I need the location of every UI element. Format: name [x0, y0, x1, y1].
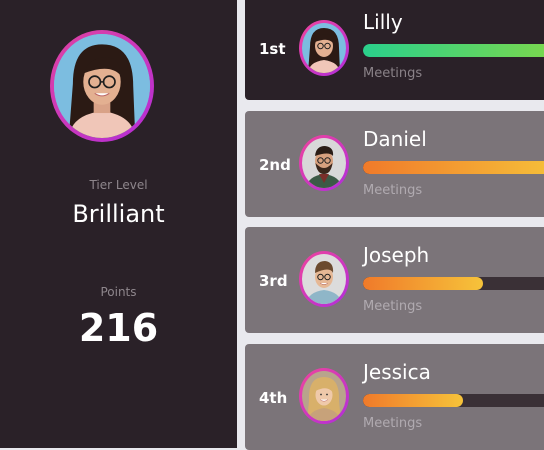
profile-avatar[interactable]	[54, 34, 150, 138]
man-beard-avatar-icon	[302, 138, 346, 188]
tier-level-value: Brilliant	[72, 200, 165, 228]
panel-divider	[237, 0, 244, 448]
leaderboard-card-3[interactable]: 3rd Joseph Meetings	[245, 227, 544, 333]
rank-avatar-ring	[299, 135, 349, 191]
progress-bar	[363, 44, 544, 57]
rank-name: Joseph	[363, 243, 430, 267]
progress-caption: Meetings	[363, 183, 423, 198]
rank-avatar	[302, 23, 346, 73]
rank-avatar-ring	[299, 20, 349, 76]
rank-avatar	[302, 138, 346, 188]
progress-caption: Meetings	[363, 299, 423, 314]
woman-glasses-avatar-icon	[54, 34, 150, 138]
progress-caption: Meetings	[363, 416, 423, 431]
leaderboard-card-1[interactable]: 1st Lilly Meetings	[245, 0, 544, 100]
profile-avatar-ring	[50, 30, 154, 142]
progress-bar	[363, 394, 544, 407]
points-value: 216	[78, 306, 159, 350]
progress-caption: Meetings	[363, 66, 423, 81]
rank-avatar-ring	[299, 368, 349, 424]
points-label: Points	[100, 285, 137, 299]
rank-avatar	[302, 254, 346, 304]
rank-position: 3rd	[259, 272, 288, 290]
woman-glasses-avatar-icon	[302, 23, 346, 73]
progress-fill	[363, 394, 463, 407]
tier-level-label: Tier Level	[89, 178, 148, 192]
rank-position: 4th	[259, 389, 288, 407]
rank-position: 2nd	[259, 156, 291, 174]
woman-blonde-avatar-icon	[302, 371, 346, 421]
man-glasses-avatar-icon	[302, 254, 346, 304]
rank-avatar-ring	[299, 251, 349, 307]
profile-panel: Tier Level Brilliant Points 216	[0, 0, 237, 448]
progress-fill	[363, 277, 483, 290]
progress-bar	[363, 277, 544, 290]
leaderboard-card-2[interactable]: 2nd Daniel Meetings	[245, 111, 544, 217]
progress-fill	[363, 161, 544, 174]
rank-name: Jessica	[363, 360, 431, 384]
rank-name: Daniel	[363, 127, 427, 151]
leaderboard-card-4[interactable]: 4th Jessica Meetings	[245, 344, 544, 450]
rank-name: Lilly	[363, 10, 403, 34]
rank-position: 1st	[259, 40, 286, 58]
progress-bar	[363, 161, 544, 174]
rank-avatar	[302, 371, 346, 421]
progress-fill	[363, 44, 544, 57]
